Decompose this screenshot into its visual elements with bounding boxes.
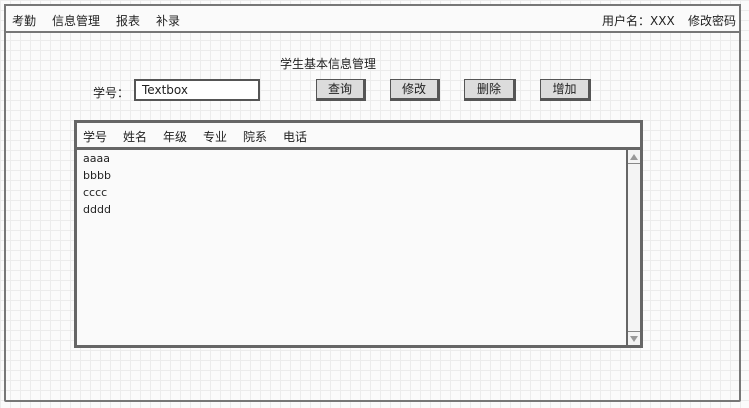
arrow-down-icon	[630, 336, 638, 342]
add-button[interactable]: 增加	[540, 79, 591, 101]
column-header-grade[interactable]: 年级	[163, 128, 187, 145]
table-row[interactable]: aaaa	[83, 152, 110, 165]
delete-button[interactable]: 删除	[464, 79, 516, 101]
column-header-name[interactable]: 姓名	[123, 128, 147, 145]
page-title: 学生基本信息管理	[280, 57, 377, 71]
scroll-down-button[interactable]	[628, 331, 640, 345]
column-header-major[interactable]: 专业	[203, 128, 227, 145]
arrow-up-icon	[630, 154, 638, 160]
change-password-link[interactable]: 修改密码	[688, 12, 736, 29]
menu-item-info-management[interactable]: 信息管理	[52, 12, 100, 29]
student-id-input[interactable]: Textbox	[134, 79, 260, 101]
vertical-scrollbar[interactable]	[626, 150, 640, 345]
table-row[interactable]: bbbb	[83, 169, 111, 182]
username-label: 用户名：XXX	[602, 14, 675, 28]
menu-item-supplement[interactable]: 补录	[156, 12, 180, 29]
student-table: 学号 姓名 年级 专业 院系 电话 aaaa bbbb cccc dddd	[74, 120, 643, 348]
column-header-department[interactable]: 院系	[243, 128, 267, 145]
scroll-up-button[interactable]	[628, 150, 640, 164]
student-id-label: 学号：	[93, 86, 130, 100]
menu-item-attendance[interactable]: 考勤	[12, 12, 36, 29]
edit-button[interactable]: 修改	[390, 79, 440, 101]
query-button[interactable]: 查询	[316, 79, 366, 101]
column-header-student-id[interactable]: 学号	[83, 128, 107, 145]
table-header: 学号 姓名 年级 专业 院系 电话	[77, 123, 640, 150]
table-row[interactable]: dddd	[83, 203, 111, 216]
column-header-phone[interactable]: 电话	[283, 128, 307, 145]
menu-item-reports[interactable]: 报表	[116, 12, 140, 29]
table-row[interactable]: cccc	[83, 186, 107, 199]
top-menu-bar: 考勤 信息管理 报表 补录 用户名：XXX 修改密码	[4, 4, 741, 33]
